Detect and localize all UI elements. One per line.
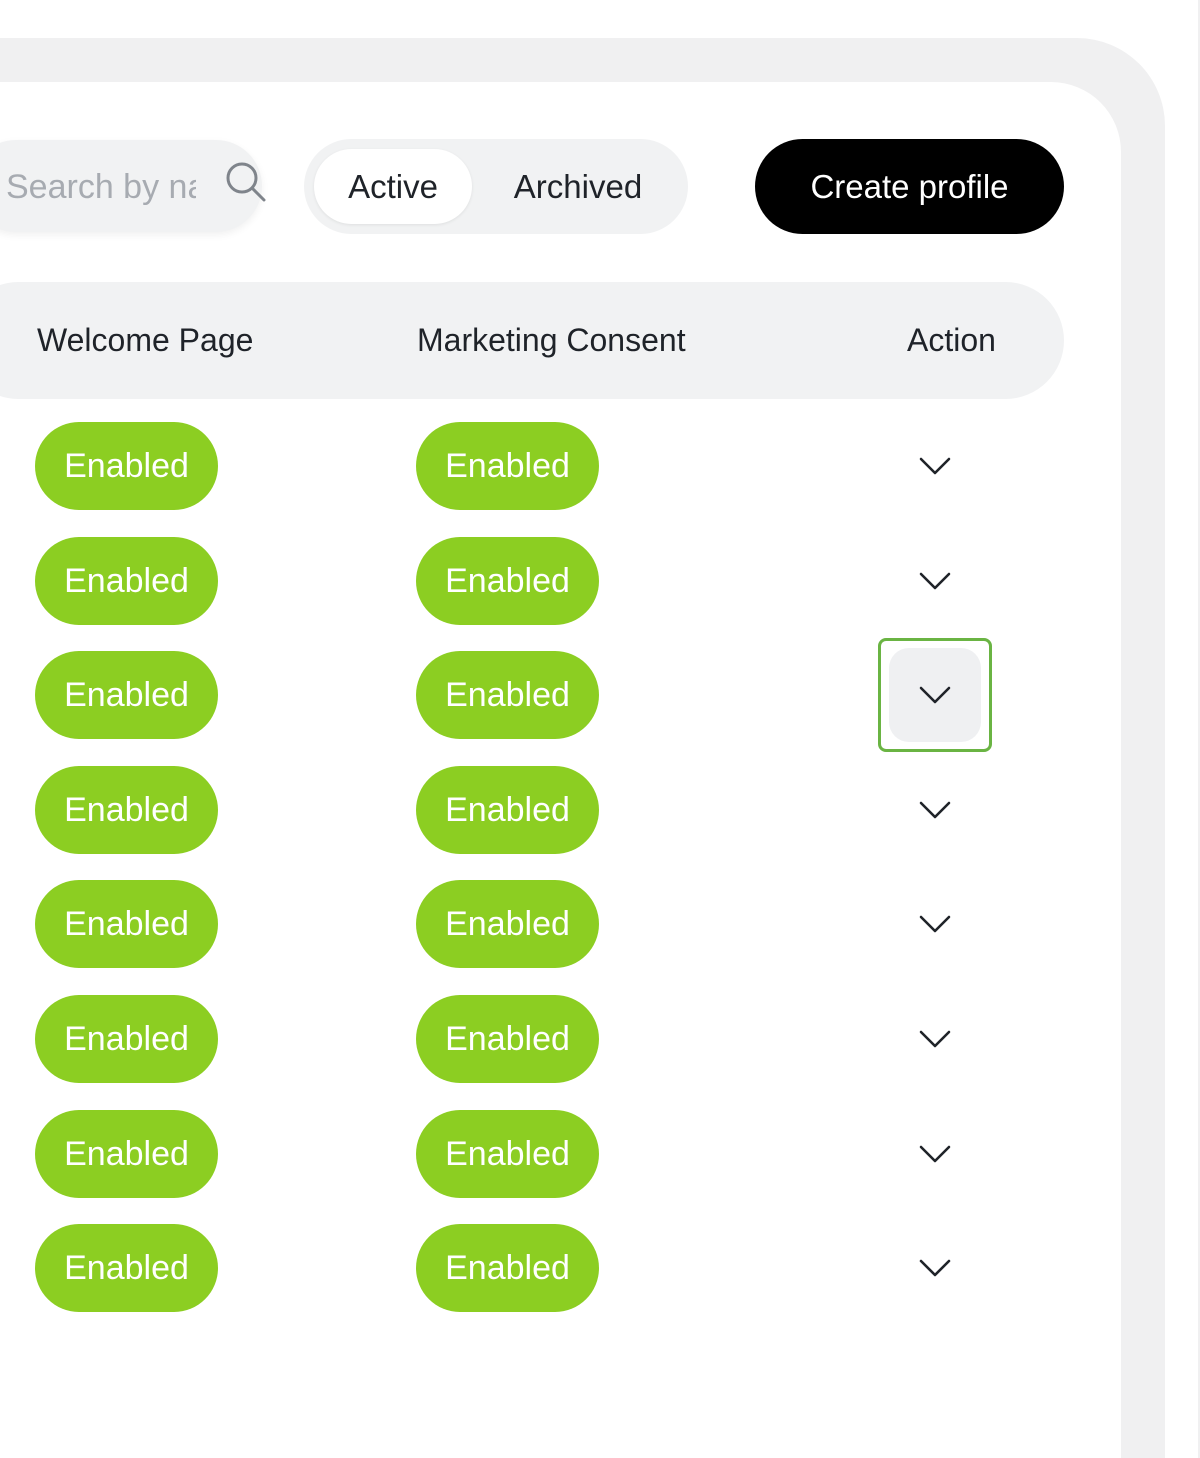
chevron-down-icon: [918, 456, 952, 476]
welcome-page-status-badge: Enabled: [35, 651, 218, 739]
row-action-expand-button[interactable]: [907, 553, 963, 609]
row-action-expand-button[interactable]: [907, 667, 963, 723]
marketing-consent-status-badge: Enabled: [416, 1224, 599, 1312]
marketing-consent-status-badge: Enabled: [416, 422, 599, 510]
tab-archived[interactable]: Archived: [484, 149, 672, 224]
chevron-down-icon: [918, 914, 952, 934]
search-input[interactable]: [4, 140, 198, 234]
chevron-down-icon: [918, 1258, 952, 1278]
search-box[interactable]: [0, 140, 262, 234]
welcome-page-status-badge: Enabled: [35, 880, 218, 968]
status-filter-toggle: Active Archived: [304, 139, 688, 234]
welcome-page-status-badge: Enabled: [35, 1110, 218, 1198]
chevron-down-icon: [918, 1029, 952, 1049]
column-header-marketing-consent: Marketing Consent: [417, 322, 686, 358]
marketing-consent-status-badge: Enabled: [416, 1110, 599, 1198]
row-action-expand-button[interactable]: [907, 1126, 963, 1182]
chevron-down-icon: [918, 685, 952, 705]
welcome-page-status-badge: Enabled: [35, 995, 218, 1083]
chevron-down-icon: [918, 1144, 952, 1164]
marketing-consent-status-badge: Enabled: [416, 537, 599, 625]
marketing-consent-status-badge: Enabled: [416, 651, 599, 739]
marketing-consent-status-badge: Enabled: [416, 766, 599, 854]
welcome-page-status-badge: Enabled: [35, 1224, 218, 1312]
welcome-page-status-badge: Enabled: [35, 422, 218, 510]
tab-active[interactable]: Active: [314, 149, 472, 224]
row-action-expand-button[interactable]: [907, 1011, 963, 1067]
search-icon[interactable]: [224, 160, 268, 204]
column-header-action: Action: [907, 322, 996, 358]
welcome-page-status-badge: Enabled: [35, 537, 218, 625]
chevron-down-icon: [918, 571, 952, 591]
row-action-expand-button[interactable]: [907, 896, 963, 952]
chevron-down-icon: [918, 800, 952, 820]
row-action-expand-button[interactable]: [907, 438, 963, 494]
welcome-page-status-badge: Enabled: [35, 766, 218, 854]
column-header-welcome-page: Welcome Page: [37, 322, 254, 358]
row-action-expand-button[interactable]: [907, 1240, 963, 1296]
marketing-consent-status-badge: Enabled: [416, 995, 599, 1083]
row-action-expand-button[interactable]: [907, 782, 963, 838]
marketing-consent-status-badge: Enabled: [416, 880, 599, 968]
create-profile-button[interactable]: Create profile: [755, 139, 1064, 234]
